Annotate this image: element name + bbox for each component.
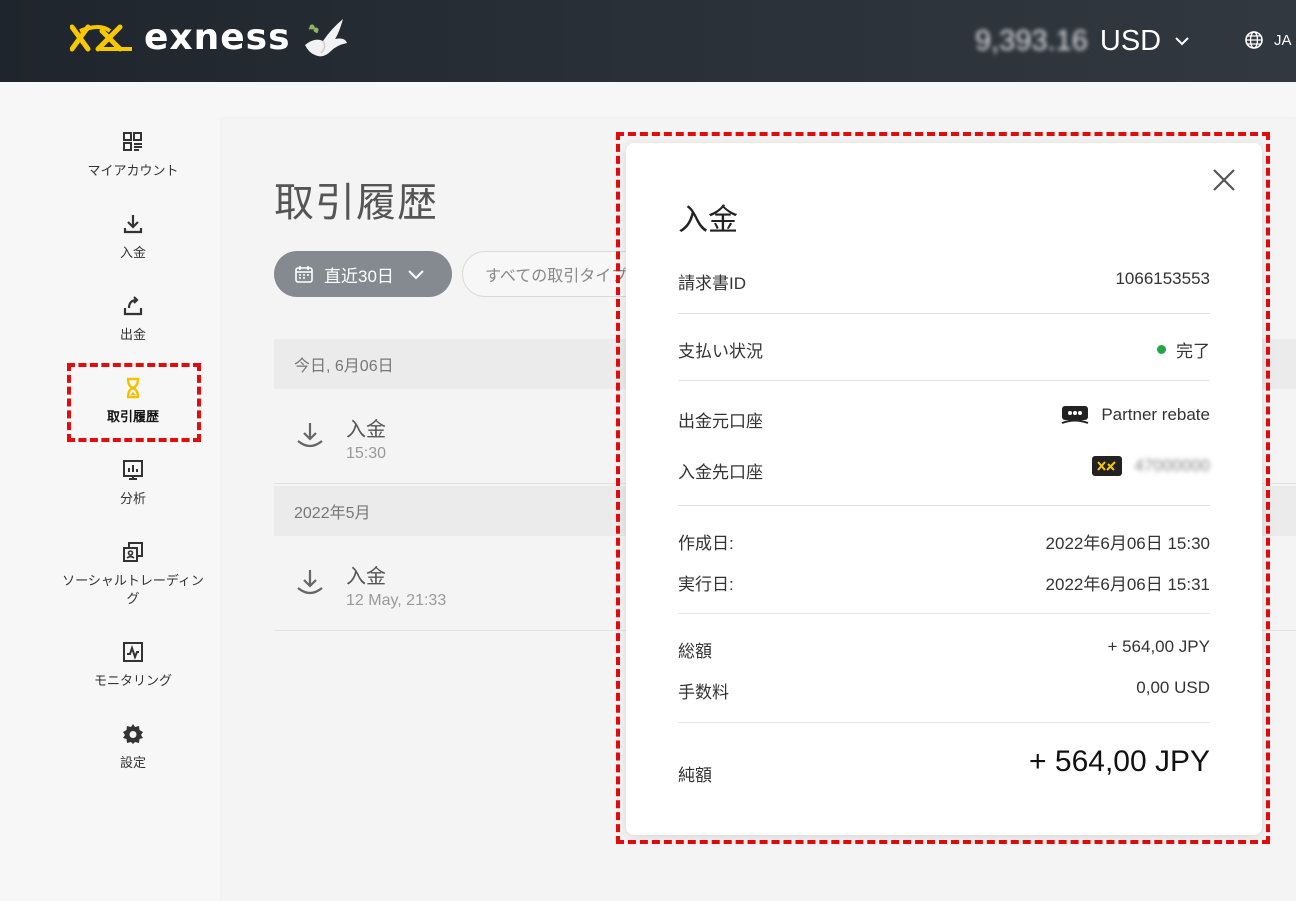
sidebar-item-label: 入金: [119, 245, 146, 260]
sidebar-item-settings[interactable]: 設定: [60, 722, 206, 772]
highlight-active-nav: [67, 363, 201, 442]
language-code: JA: [1274, 31, 1292, 49]
balance-currency: USD: [1099, 24, 1162, 57]
divider: [678, 722, 1210, 723]
sidebar-item-label: モニタリング: [93, 673, 172, 688]
language-selector[interactable]: JA: [1244, 30, 1292, 50]
chevron-down-icon: [1175, 37, 1189, 46]
status-value: 完了: [1176, 342, 1210, 361]
source-account: Partner rebate: [1061, 404, 1210, 426]
executed-value: 2022年6月06日 15:31: [1045, 575, 1210, 594]
created-label: 作成日:: [678, 534, 734, 553]
date-filter-label: 直近30日: [324, 266, 394, 286]
divider: [678, 613, 1210, 614]
transaction-time: 12 May, 21:33: [346, 592, 447, 609]
sidebar-item-label: 出金: [119, 327, 146, 342]
copy-icon: [123, 542, 143, 562]
deposit-icon: [297, 423, 323, 448]
status-label: 支払い状況: [678, 342, 763, 361]
fee-label: 手数料: [678, 683, 729, 702]
chevron-down-icon: [408, 270, 424, 280]
divider: [678, 505, 1210, 506]
sidebar-item-analytics[interactable]: 分析: [60, 458, 206, 508]
partner-icon: [1061, 406, 1089, 424]
total-label: 総額: [678, 642, 712, 661]
sidebar-item-monitoring[interactable]: モニタリング: [60, 640, 206, 690]
source-account-value: Partner rebate: [1101, 405, 1210, 424]
sidebar-item-label: 分析: [119, 491, 146, 506]
executed-label: 実行日:: [678, 575, 734, 594]
invoice-label: 請求書ID: [678, 274, 746, 293]
exness-logo[interactable]: exness: [70, 17, 349, 58]
top-header: exness 9,393.16 USD JA: [0, 0, 1296, 82]
sidebar-item-deposit[interactable]: 入金: [60, 212, 206, 262]
net-value: + 564,00 JPY: [1029, 745, 1210, 778]
exness-account-icon: [1092, 456, 1123, 476]
transaction-title: 入金: [346, 566, 386, 588]
page-title: 取引履歴: [274, 181, 438, 225]
transaction-detail-modal: 入金 請求書ID 1066153553 支払い状況 完了 出金元口座 Partn…: [626, 143, 1262, 835]
invoice-value: 1066153553: [1115, 269, 1210, 288]
status-dot-icon: [1157, 345, 1166, 354]
sidebar-item-withdrawal[interactable]: 出金: [60, 294, 206, 344]
sidebar-item-label: 設定: [119, 755, 146, 770]
account-balance-dropdown[interactable]: 9,393.16 USD: [975, 24, 1191, 58]
exness-mark-icon: [70, 24, 132, 52]
globe-icon: [1245, 31, 1263, 49]
brand-name: exness: [144, 17, 291, 58]
modal-title: 入金: [678, 204, 738, 237]
balance-amount: 9,393.16: [975, 24, 1088, 57]
destination-account-value: 47000000: [1134, 456, 1210, 475]
upload-icon: [123, 296, 143, 316]
download-icon: [123, 215, 143, 234]
total-value: + 564,00 JPY: [1107, 637, 1210, 656]
destination-account: 47000000: [1092, 456, 1210, 476]
date-range-filter[interactable]: 直近30日: [274, 251, 452, 297]
divider: [678, 380, 1210, 381]
divider: [678, 313, 1210, 314]
transaction-time: 15:30: [346, 445, 387, 462]
sidebar-item-my-account[interactable]: マイアカウント: [60, 130, 206, 180]
sidebar-item-social-trading[interactable]: ソーシャルトレーディング: [60, 540, 206, 608]
type-filter-label: すべての取引タイプ: [485, 268, 628, 285]
fee-value: 0,00 USD: [1136, 678, 1210, 697]
net-label: 純額: [678, 766, 712, 785]
close-icon[interactable]: [1211, 167, 1237, 193]
dove-icon: [304, 19, 347, 57]
transaction-title: 入金: [346, 419, 386, 441]
gear-icon: [123, 724, 143, 744]
source-account-label: 出金元口座: [678, 412, 763, 431]
destination-account-label: 入金先口座: [678, 463, 763, 482]
grid-icon: [123, 132, 142, 151]
sidebar-item-label: ソーシャルトレーディング: [62, 573, 204, 606]
status-badge: 完了: [1157, 337, 1210, 362]
deposit-icon: [297, 570, 323, 595]
calendar-icon: [295, 266, 313, 283]
sidebar-item-label: マイアカウント: [87, 163, 179, 178]
monitoring-icon: [123, 642, 143, 662]
chart-icon: [123, 460, 143, 480]
created-value: 2022年6月06日 15:30: [1045, 534, 1210, 553]
